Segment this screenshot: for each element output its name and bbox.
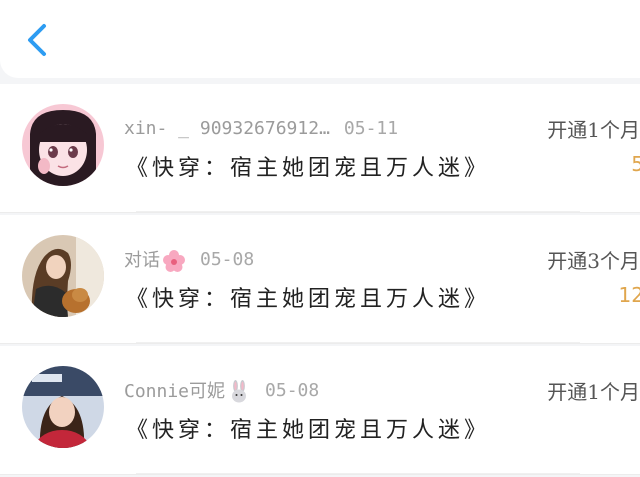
subscription-label: 开通3个月	[547, 249, 640, 273]
amount-label: 5	[631, 152, 640, 176]
woman-portrait-avatar	[22, 366, 104, 448]
book-title[interactable]: 《快穿：宿主她团宠且万人迷》	[126, 281, 490, 313]
back-button[interactable]	[18, 18, 58, 62]
user-name: 对话	[124, 246, 186, 273]
date-label: 05-08	[265, 379, 320, 401]
rabbit-icon	[227, 379, 251, 404]
anime-girl-avatar	[22, 104, 104, 186]
member-list: xin- _ 90932676912… 05-11 《快穿：宿主她团宠且万人迷》…	[0, 84, 640, 475]
subscription-label: 开通1个月	[547, 118, 640, 142]
list-item[interactable]: 对话 05-08 《快穿：宿主她团宠且万人迷》 开通3个月 12	[0, 215, 640, 344]
chevron-left-icon	[28, 24, 46, 56]
user-name-text: Connie可妮	[124, 380, 226, 402]
avatar[interactable]	[22, 366, 104, 448]
user-name: Connie可妮	[124, 377, 251, 404]
avatar[interactable]	[22, 235, 104, 317]
list-item[interactable]: Connie可妮 05-08 《快穿：宿主她团宠且万人迷》 开通1个月	[0, 346, 640, 475]
amount-label: 12	[618, 283, 640, 307]
date-label: 05-11	[343, 117, 399, 139]
date-label: 05-08	[200, 248, 255, 270]
avatar[interactable]	[22, 104, 104, 186]
user-name: xin- _ 90932676912…	[124, 117, 330, 139]
user-name-text: 对话	[124, 249, 160, 271]
top-bar	[0, 0, 640, 78]
divider	[136, 473, 580, 474]
subscription-label: 开通1个月	[547, 380, 640, 404]
cherry-blossom-icon	[162, 249, 186, 273]
book-title[interactable]: 《快穿：宿主她团宠且万人迷》	[126, 412, 490, 444]
girl-with-dog-avatar	[22, 235, 104, 317]
divider	[136, 211, 580, 212]
list-item[interactable]: xin- _ 90932676912… 05-11 《快穿：宿主她团宠且万人迷》…	[0, 84, 640, 213]
row-meta: Connie可妮 05-08	[124, 376, 319, 404]
divider	[136, 342, 580, 343]
row-meta: xin- _ 90932676912… 05-11	[124, 114, 398, 142]
row-meta: 对话 05-08	[124, 245, 254, 273]
book-title[interactable]: 《快穿：宿主她团宠且万人迷》	[126, 150, 490, 182]
